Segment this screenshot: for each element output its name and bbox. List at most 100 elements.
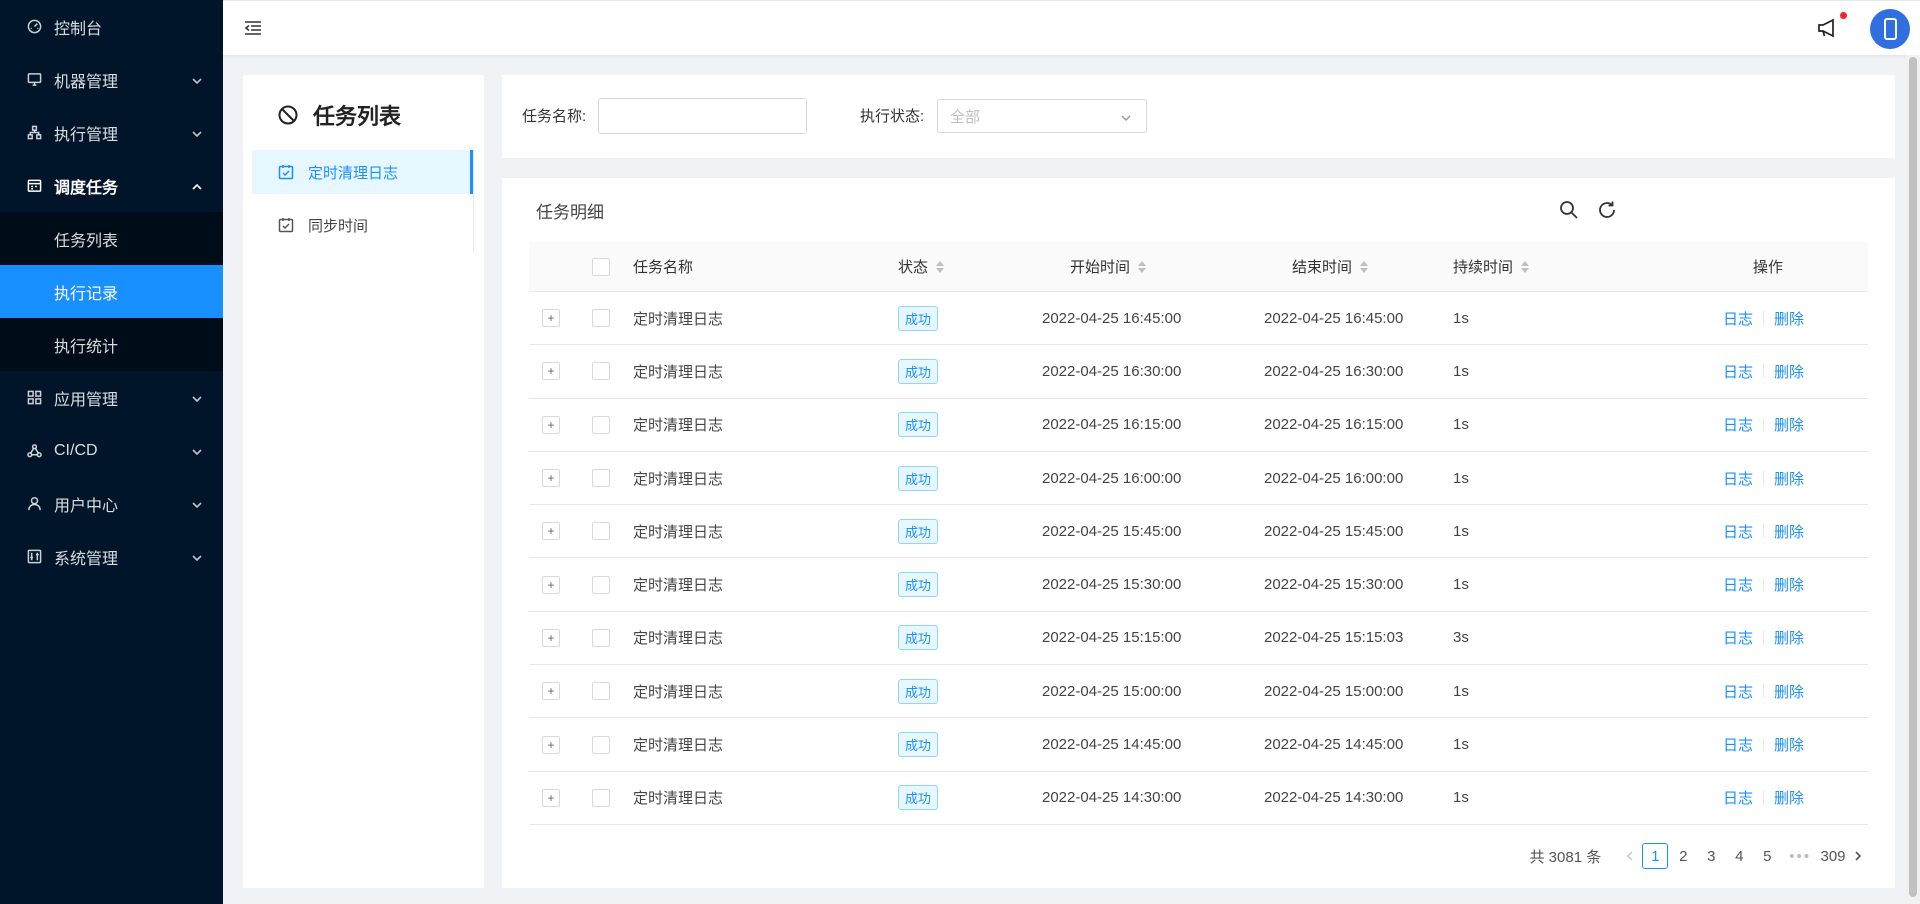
expand-row-icon[interactable]: +	[542, 415, 560, 434]
expand-row-icon[interactable]: +	[542, 682, 560, 701]
delete-link[interactable]: 删除	[1774, 468, 1804, 489]
task-item-clean-logs[interactable]: 定时清理日志	[252, 150, 473, 194]
col-header-actions: 操作	[1753, 259, 1784, 276]
delete-link[interactable]: 删除	[1774, 681, 1804, 702]
cluster-icon	[26, 125, 42, 141]
expand-row-icon[interactable]: +	[542, 735, 560, 754]
row-checkbox-cell	[592, 612, 610, 664]
log-link[interactable]: 日志	[1723, 574, 1753, 595]
card-title: 任务明细	[536, 203, 604, 222]
row-checkbox[interactable]	[592, 362, 610, 381]
log-link[interactable]: 日志	[1723, 468, 1753, 489]
col-header-status[interactable]: 状态	[898, 242, 945, 291]
row-checkbox[interactable]	[592, 735, 610, 754]
page-3[interactable]: 3	[1698, 843, 1724, 869]
exec-status-label: 执行状态:	[860, 108, 925, 125]
col-header-duration-text: 持续时间	[1453, 259, 1514, 276]
row-checkbox[interactable]	[592, 522, 610, 541]
expand-row-icon[interactable]: +	[542, 788, 560, 807]
avatar[interactable]	[1870, 9, 1910, 49]
cell-task-name: 定时清理日志	[633, 630, 724, 648]
row-checkbox-cell	[592, 558, 610, 610]
col-header-start[interactable]: 开始时间	[1070, 242, 1147, 291]
sidebar-item-execution[interactable]: 执行管理	[0, 106, 223, 159]
sidebar-item-system[interactable]: 系统管理	[0, 530, 223, 583]
delete-link[interactable]: 删除	[1774, 414, 1804, 435]
row-checkbox[interactable]	[592, 575, 610, 594]
status-badge: 成功	[898, 412, 939, 438]
menu-fold-icon[interactable]	[243, 18, 263, 38]
col-header-end[interactable]: 结束时间	[1292, 242, 1369, 291]
table-row: + 定时清理日志 成功 2022-04-25 15:15:00 2022-04-25 1…	[529, 612, 1868, 666]
delete-link[interactable]: 删除	[1774, 787, 1804, 808]
status-badge: 成功	[898, 572, 939, 598]
notification-icon[interactable]	[1816, 16, 1840, 40]
delete-link[interactable]: 删除	[1774, 308, 1804, 329]
expand-row-icon[interactable]: +	[542, 362, 560, 381]
mobile-icon	[1883, 18, 1897, 40]
log-link[interactable]: 日志	[1723, 361, 1753, 382]
table-row: + 定时清理日志 成功 2022-04-25 16:15:00 2022-04-25 1…	[529, 399, 1868, 452]
sidebar-subitem-task-list[interactable]: 任务列表	[0, 212, 223, 265]
row-checkbox[interactable]	[592, 469, 610, 488]
next-page-icon[interactable]	[1847, 843, 1869, 869]
page-1[interactable]: 1	[1642, 843, 1669, 869]
sidebar-item-dashboard[interactable]: 控制台	[0, 0, 223, 53]
table-row: + 定时清理日志 成功 2022-04-25 16:00:00 2022-04-25 1…	[529, 452, 1868, 506]
page-ellipsis[interactable]: •••	[1789, 848, 1811, 865]
action-divider	[1763, 577, 1765, 592]
row-checkbox[interactable]	[592, 628, 610, 647]
scrollbar-thumb[interactable]	[1909, 57, 1917, 897]
page-4[interactable]: 4	[1726, 843, 1752, 869]
sidebar-item-apps[interactable]: 应用管理	[0, 371, 223, 424]
expand-row-icon[interactable]: +	[542, 309, 560, 328]
expand-row-icon[interactable]: +	[542, 469, 560, 488]
row-checkbox-cell	[592, 665, 610, 717]
row-checkbox[interactable]	[592, 415, 610, 434]
prev-page-icon[interactable]	[1619, 843, 1641, 869]
expand-row-icon[interactable]: +	[542, 575, 560, 594]
expand-row-icon[interactable]: +	[542, 628, 560, 647]
expand-row-icon[interactable]: +	[542, 522, 560, 541]
log-link[interactable]: 日志	[1723, 627, 1753, 648]
page-scrollbar[interactable]	[1906, 55, 1920, 904]
select-all-checkbox[interactable]	[592, 257, 610, 276]
delete-link[interactable]: 删除	[1774, 574, 1804, 595]
delete-link[interactable]: 删除	[1774, 361, 1804, 382]
log-link[interactable]: 日志	[1723, 521, 1753, 542]
reload-icon[interactable]	[1596, 199, 1618, 221]
status-badge: 成功	[898, 358, 939, 384]
sidebar-item-label: 系统管理	[54, 550, 119, 568]
row-checkbox[interactable]	[592, 788, 610, 807]
col-header-duration[interactable]: 持续时间	[1453, 242, 1530, 291]
task-name-input[interactable]	[598, 98, 807, 134]
row-checkbox[interactable]	[592, 682, 610, 701]
row-checkbox[interactable]	[592, 309, 610, 328]
action-divider	[1763, 524, 1765, 539]
sidebar-item-label: 执行管理	[54, 126, 119, 144]
delete-link[interactable]: 删除	[1774, 521, 1804, 542]
log-link[interactable]: 日志	[1723, 734, 1753, 755]
delete-link[interactable]: 删除	[1774, 627, 1804, 648]
sidebar-item-users[interactable]: 用户中心	[0, 477, 223, 530]
sidebar-subitem-execution-records[interactable]: 执行记录	[0, 265, 223, 318]
sidebar-item-label: 应用管理	[54, 391, 119, 409]
col-header-name: 任务名称	[633, 259, 694, 276]
exec-status-select[interactable]: 全部	[937, 99, 1147, 133]
log-link[interactable]: 日志	[1723, 414, 1753, 435]
search-icon[interactable]	[1558, 199, 1580, 221]
log-link[interactable]: 日志	[1723, 681, 1753, 702]
page-2[interactable]: 2	[1670, 843, 1696, 869]
sidebar-item-cicd[interactable]: CI/CD	[0, 424, 223, 477]
task-list: 定时清理日志 同步时间	[252, 150, 474, 253]
sidebar-item-schedule[interactable]: 调度任务	[0, 159, 223, 212]
log-link[interactable]: 日志	[1723, 787, 1753, 808]
page-last[interactable]: 309	[1820, 843, 1846, 869]
sidebar-subitem-execution-stats[interactable]: 执行统计	[0, 318, 223, 371]
task-item-sync-time[interactable]: 同步时间	[252, 203, 473, 247]
deployment-icon	[26, 443, 42, 459]
log-link[interactable]: 日志	[1723, 308, 1753, 329]
delete-link[interactable]: 删除	[1774, 734, 1804, 755]
page-5[interactable]: 5	[1754, 843, 1780, 869]
sidebar-item-machines[interactable]: 机器管理	[0, 53, 223, 106]
